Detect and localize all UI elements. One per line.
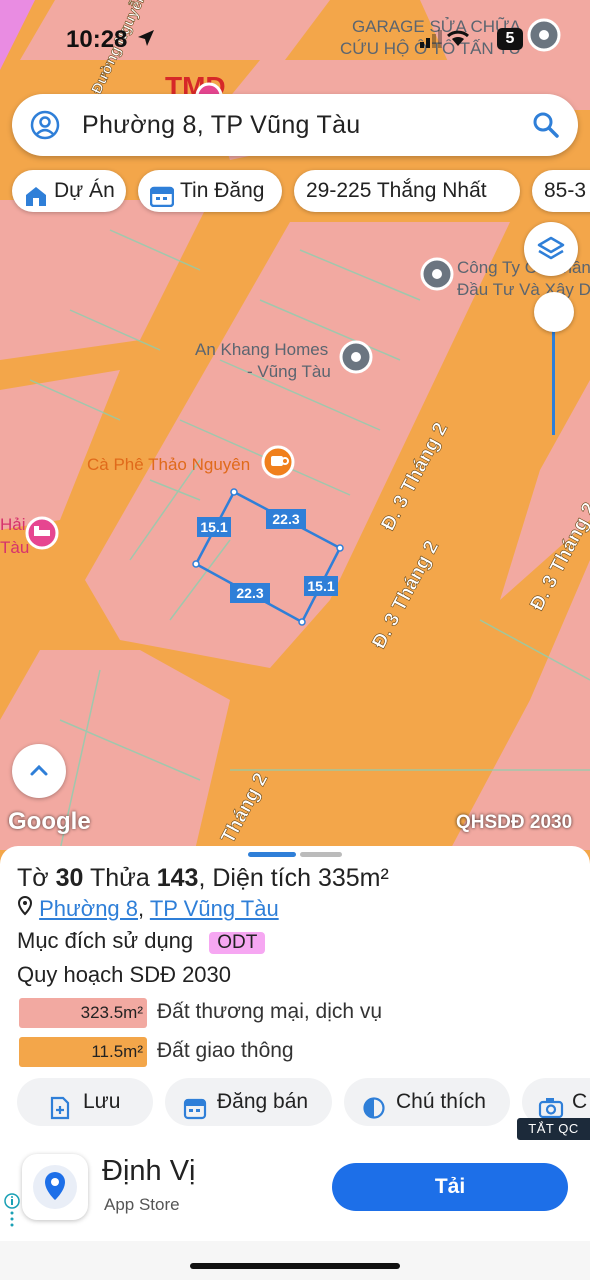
ad-banner[interactable]: Định Vị App Store Tải [0, 1141, 590, 1241]
dim-left: 15.1 [200, 519, 227, 535]
area-type-label: Đất giao thông [157, 1039, 294, 1062]
ad-subtitle: App Store [104, 1195, 180, 1214]
chip-label: 29-225 Thắng Nhất [306, 179, 487, 202]
area-label: Diện tích [212, 864, 312, 892]
sheet-page-indicator[interactable] [300, 852, 342, 857]
ad-title: Định Vị [102, 1155, 196, 1187]
user-icon[interactable] [30, 110, 60, 145]
expand-up-button[interactable] [12, 744, 66, 798]
poi-ankhang-line2: - Vũng Tàu [247, 362, 331, 381]
action-label: Đăng bán [217, 1090, 309, 1113]
pin-icon[interactable] [339, 340, 373, 374]
download-button[interactable]: Tải [332, 1163, 568, 1211]
save-add-icon [49, 1090, 71, 1126]
close-ad-button[interactable]: TẮT QC [517, 1118, 590, 1140]
area-value-box: 11.5m² [19, 1037, 147, 1067]
dim-top: 22.3 [272, 511, 299, 527]
poi-ankhang-line1: An Khang Homes [195, 340, 328, 359]
signal-icon [418, 28, 492, 55]
chip-tin-dang[interactable]: Tin Đăng [138, 170, 282, 212]
area-value-box: 323.5m² [19, 998, 147, 1028]
layers-button[interactable] [524, 222, 578, 276]
hotel-icon[interactable] [25, 516, 59, 550]
addr-comma: , [138, 896, 150, 921]
action-label: Lưu [83, 1090, 121, 1113]
house-icon [24, 180, 48, 212]
title-comma: , [198, 864, 206, 892]
sheet-page-indicator-active[interactable] [248, 852, 296, 857]
save-button[interactable]: Lưu [17, 1078, 153, 1126]
map-pin-icon [17, 895, 39, 921]
opacity-slider-handle[interactable] [534, 292, 574, 332]
google-logo: Google [8, 808, 91, 835]
chip-du-an[interactable]: Dự Án [12, 170, 126, 212]
contrast-icon [362, 1090, 386, 1126]
chip-label: 85-3 [544, 179, 587, 202]
land-use-purpose: Mục đích sử dụng ODT [17, 928, 266, 954]
dim-bottom: 22.3 [236, 585, 263, 601]
calendar-icon [183, 1090, 207, 1126]
wifi-icon [452, 37, 464, 46]
chevron-up-icon [28, 760, 50, 787]
chip-label: Dự Án [54, 179, 115, 202]
plan-layer-label: QHSDĐ 2030 [456, 812, 573, 833]
search-bar[interactable]: Phường 8, TP Vũng Tàu [12, 94, 578, 156]
post-sale-button[interactable]: Đăng bán [165, 1078, 332, 1126]
sheet-number: 30 [55, 864, 84, 892]
lot-label: Thửa [89, 864, 150, 892]
area-value: 335m² [317, 864, 389, 892]
chip-label: Tin Đăng [180, 179, 265, 202]
parcel-address: Phường 8, TP Vũng Tàu [17, 895, 279, 922]
app-icon[interactable] [22, 1154, 88, 1220]
legend-button[interactable]: Chú thích [344, 1078, 510, 1126]
status-time: 10:28 [66, 26, 128, 53]
battery-icon: 5 [497, 28, 523, 50]
area-type-label: Đất thương mại, dịch vụ [157, 1000, 383, 1023]
sheet-label: Tờ [17, 864, 49, 892]
poi-hotel-line1: Hải [0, 515, 26, 534]
status-bar: 10:28 5 [0, 22, 590, 62]
poi-hotel-line2: Tàu [0, 538, 29, 557]
purpose-label: Mục đích sử dụng [17, 928, 194, 953]
lot-number: 143 [156, 864, 199, 892]
home-indicator[interactable] [190, 1263, 400, 1269]
location-pin-icon [33, 1165, 77, 1209]
location-arrow-icon [136, 28, 156, 53]
info-icon[interactable] [4, 1193, 20, 1234]
search-input[interactable]: Phường 8, TP Vũng Tàu [82, 111, 361, 140]
filter-chips: Dự Án Tin Đăng 29-225 Thắng Nhất 85-3 [12, 170, 590, 214]
opacity-slider-track[interactable] [552, 330, 555, 435]
poi-cafe-name: Cà Phê Thảo Nguyên [87, 455, 250, 474]
bottom-safe-area [0, 1241, 590, 1280]
calendar-icon [149, 180, 175, 212]
chip-street-2[interactable]: 85-3 [532, 170, 590, 212]
chip-street[interactable]: 29-225 Thắng Nhất [294, 170, 520, 212]
ward-link[interactable]: Phường 8 [39, 896, 138, 921]
parcel-title: Tờ 30 Thửa 143, Diện tích 335m² [17, 864, 389, 893]
search-icon[interactable] [532, 111, 560, 144]
city-link[interactable]: TP Vũng Tàu [150, 896, 279, 921]
coffee-icon[interactable] [261, 445, 295, 479]
dim-right: 15.1 [307, 578, 334, 594]
plan-title: Quy hoạch SDĐ 2030 [17, 962, 232, 987]
poi-company-line2: Đầu Tư Và Xây Dựng [457, 280, 590, 299]
layers-icon [537, 235, 565, 268]
purpose-code-badge: ODT [209, 932, 266, 954]
pin-icon[interactable] [420, 257, 454, 291]
action-label: Chú thích [396, 1090, 486, 1113]
